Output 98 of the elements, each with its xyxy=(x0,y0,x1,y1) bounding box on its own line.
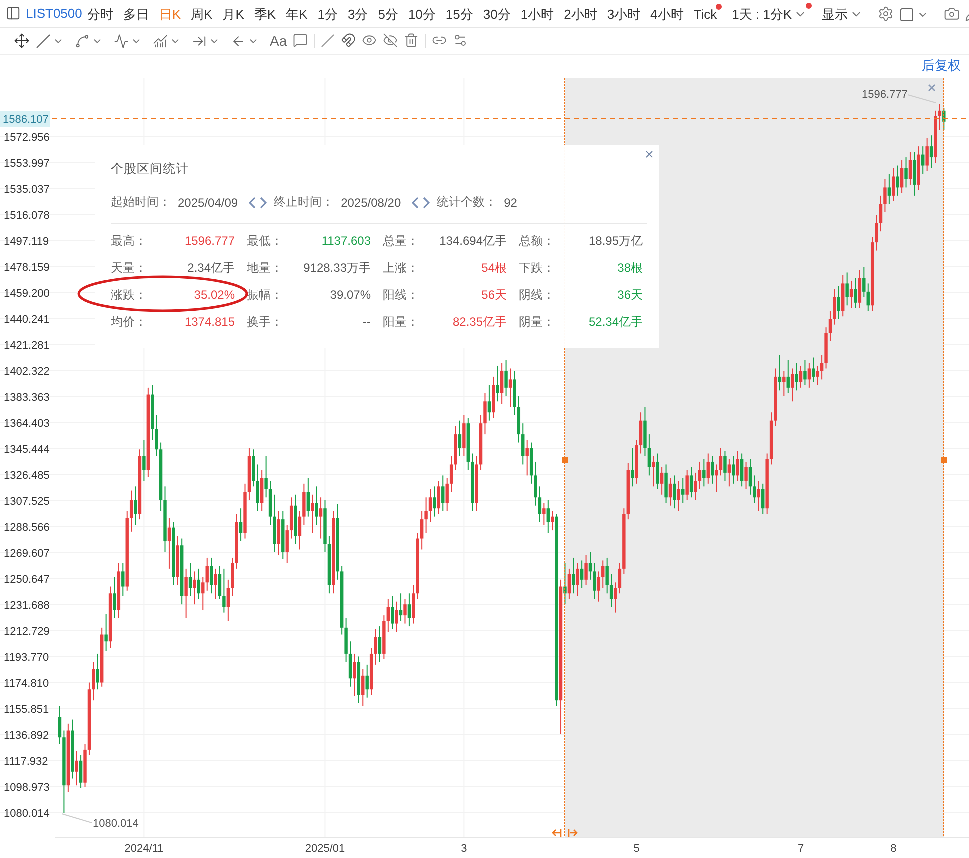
current-price-label: 1586.107 xyxy=(0,111,50,127)
price-axis-label: 1421.281 xyxy=(4,340,50,352)
price-axis-label: 1155.851 xyxy=(4,704,50,716)
price-axis-label: 1497.119 xyxy=(4,236,50,248)
price-axis-label: 1364.403 xyxy=(4,418,50,430)
stat-value: 52.34亿手 xyxy=(588,314,643,331)
stat-label: 下跌： xyxy=(519,260,555,277)
price-axis-label: 1402.322 xyxy=(4,366,50,378)
stat-value: 18.95万亿 xyxy=(588,233,643,250)
stat-value: 2.34亿手 xyxy=(188,260,235,277)
price-axis-label: 1117.932 xyxy=(4,756,48,768)
stat-value: 134.694亿手 xyxy=(440,233,507,250)
price-axis-label: 1174.810 xyxy=(4,678,50,690)
period-tab[interactable]: 4小时 xyxy=(650,2,689,26)
price-axis-label: 1080.014 xyxy=(4,808,50,820)
stat-value: 9128.33万手 xyxy=(304,260,371,277)
price-axis-label: 1098.973 xyxy=(4,782,50,794)
date-axis-label: 3 xyxy=(461,843,468,855)
period-tab[interactable]: 3分 xyxy=(348,2,374,26)
price-axis-label: 1345.444 xyxy=(4,444,50,456)
stat-label: 上涨： xyxy=(383,260,419,277)
period-tab[interactable]: Tick xyxy=(694,3,722,24)
stat-label: 总量： xyxy=(383,233,419,250)
stat-value: 82.35亿手 xyxy=(452,314,507,331)
stat-value: -- xyxy=(363,314,371,331)
price-axis-label: 1326.485 xyxy=(4,470,50,482)
stat-value: 39.07% xyxy=(330,287,371,304)
price-axis-label: 1478.159 xyxy=(4,262,50,274)
date-axis-label: 8 xyxy=(890,843,897,855)
stat-value: 38根 xyxy=(618,260,643,277)
stat-label: 地量： xyxy=(247,260,283,277)
stat-label: 换手： xyxy=(247,314,283,331)
price-axis-label: 1288.566 xyxy=(4,522,50,534)
count-value: 92 xyxy=(504,196,518,210)
price-axis-label: 1553.997 xyxy=(4,158,50,170)
period-tab[interactable]: 多日 xyxy=(123,2,154,26)
date-axis-label: 5 xyxy=(634,843,640,855)
high-price-label: 1596.777 xyxy=(862,89,908,101)
stat-label: 振幅： xyxy=(247,287,283,304)
stat-value: 1374.815 xyxy=(184,314,235,331)
period-tab[interactable]: 5分 xyxy=(378,2,404,26)
start-label: 起始时间： xyxy=(111,194,171,211)
end-date: 2025/08/20 xyxy=(341,196,402,210)
stat-label: 最低： xyxy=(247,233,283,250)
count-label: 统计个数： xyxy=(437,194,498,211)
stat-label: 涨跌： xyxy=(111,287,147,304)
period-tab[interactable]: 3小时 xyxy=(607,2,646,26)
period-tab[interactable]: 15分 xyxy=(446,2,478,26)
panel-title: 个股区间统计 xyxy=(111,161,190,178)
date-axis-label: 2025/01 xyxy=(305,843,346,855)
stat-value: 1137.603 xyxy=(322,233,371,250)
start-date: 2025/04/09 xyxy=(178,196,238,210)
date-axis-label: 7 xyxy=(798,843,804,855)
ref-line-label: 1586.107 xyxy=(3,114,49,126)
symbol-name[interactable]: LIST0500 xyxy=(26,6,82,22)
price-axis-label: 1250.647 xyxy=(4,574,50,586)
price-axis-label: 1535.037 xyxy=(4,184,50,196)
text-tool[interactable]: Aa xyxy=(270,32,288,49)
price-axis-label: 1572.956 xyxy=(4,132,50,144)
period-tab[interactable]: 月K xyxy=(222,2,250,26)
price-axis-label: 1193.770 xyxy=(4,652,50,664)
stat-label: 最高： xyxy=(111,233,147,250)
stat-value: 54根 xyxy=(482,260,507,277)
end-label: 终止时间： xyxy=(274,194,334,211)
price-axis-label: 1212.729 xyxy=(4,626,50,638)
adjust-link[interactable]: 后复权 xyxy=(922,57,961,76)
stat-value: 35.02% xyxy=(194,287,235,304)
stat-value: 56天 xyxy=(482,287,507,304)
date-axis-label: 2024/11 xyxy=(124,843,164,855)
price-axis-label: 1516.078 xyxy=(4,210,50,222)
price-axis-label: 1459.200 xyxy=(4,288,50,300)
interval-dropdown[interactable]: 1天 : 1分K xyxy=(732,2,812,26)
stat-label: 阳量： xyxy=(383,314,419,331)
stat-label: 阳线： xyxy=(383,287,419,304)
period-tab[interactable]: 分时 xyxy=(87,2,118,26)
period-tab[interactable]: 年K xyxy=(286,2,313,26)
period-tab[interactable]: 10分 xyxy=(408,2,441,26)
period-tab[interactable]: 1小时 xyxy=(520,2,560,26)
price-axis-label: 1269.607 xyxy=(4,548,50,560)
stat-label: 总额： xyxy=(519,233,555,250)
low-price-label: 1080.014 xyxy=(93,818,139,830)
stat-label: 天量： xyxy=(111,260,147,277)
price-axis-label: 1307.525 xyxy=(4,496,50,508)
period-tab[interactable]: 1分 xyxy=(318,2,343,26)
period-tab[interactable]: 2小时 xyxy=(564,2,602,26)
period-tab[interactable]: 周K xyxy=(191,2,218,26)
period-tab[interactable]: 30分 xyxy=(483,2,516,26)
price-axis-label: 1440.241 xyxy=(4,314,50,326)
price-axis-label: 1231.688 xyxy=(4,600,50,612)
stat-label: 阴量： xyxy=(519,314,555,331)
period-tab[interactable]: 季K xyxy=(254,2,282,26)
stat-label: 阴线： xyxy=(519,287,555,304)
stat-value: 1596.777 xyxy=(184,233,235,250)
display-dropdown[interactable]: 显示 xyxy=(822,2,868,26)
stat-value: 36天 xyxy=(618,287,643,304)
price-axis-label: 1136.892 xyxy=(4,730,50,742)
stat-label: 均价： xyxy=(111,314,147,331)
price-axis-label: 1383.363 xyxy=(4,392,50,404)
